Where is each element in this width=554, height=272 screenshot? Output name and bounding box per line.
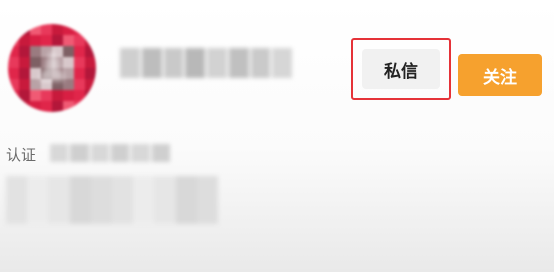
bio-text-redacted xyxy=(6,176,218,224)
profile-card: ♟ 私信 关注 认证 xyxy=(0,0,554,272)
message-button-highlight: 私信 xyxy=(351,38,451,100)
certification-label: 认证 xyxy=(6,146,37,164)
user-avatar[interactable] xyxy=(8,24,96,112)
certification-text-redacted xyxy=(50,144,170,162)
username-redacted xyxy=(120,48,292,78)
private-message-button[interactable]: 私信 xyxy=(362,49,440,89)
follow-button[interactable]: 关注 xyxy=(458,54,542,96)
